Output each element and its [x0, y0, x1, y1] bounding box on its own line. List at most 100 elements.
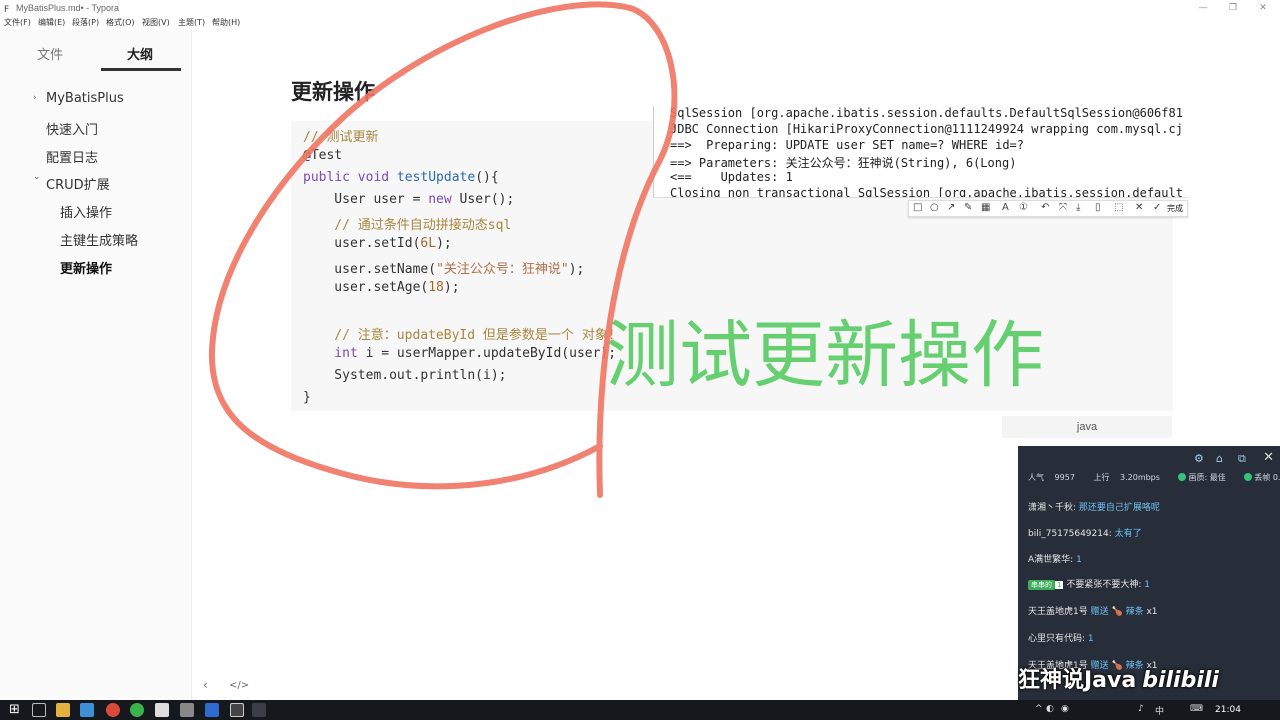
pin-icon[interactable]: ⤧: [1059, 202, 1067, 213]
close-icon[interactable]: ✕: [1263, 450, 1274, 465]
popout-icon[interactable]: ⧉: [1238, 452, 1246, 466]
popularity-value: 9957: [1054, 473, 1075, 482]
code-text: (){: [475, 170, 499, 185]
tray-app-icon[interactable]: ◉: [1061, 704, 1069, 714]
outline-item-mybatisplus[interactable]: MyBatisPlus: [46, 91, 124, 106]
console-line: Closing non transactional SqlSession [or…: [670, 186, 1183, 198]
menu-view[interactable]: 视图(V): [142, 17, 170, 28]
tab-outline[interactable]: 大纲: [127, 44, 153, 63]
menu-edit[interactable]: 编辑(E): [38, 17, 65, 28]
done-button[interactable]: 完成: [1167, 203, 1183, 214]
outline-item-config-log[interactable]: 配置日志: [46, 147, 98, 166]
active-tab-indicator: [101, 68, 181, 71]
text-icon[interactable]: A: [1002, 202, 1009, 213]
mosaic-icon[interactable]: ▦: [981, 202, 990, 213]
chat-gift-message: 天王盖地虎1号 赠送 🍗 辣条 x1: [1028, 604, 1158, 617]
terminal-icon[interactable]: [230, 703, 244, 717]
settings-icon[interactable]: ⚙: [1194, 452, 1204, 465]
restore-button[interactable]: ❐: [1220, 0, 1246, 16]
long-screenshot-icon[interactable]: ⬚: [1114, 202, 1123, 213]
code-keyword: new: [428, 192, 452, 207]
save-icon[interactable]: ▯: [1095, 202, 1101, 213]
back-icon[interactable]: ‹: [203, 678, 208, 692]
code-line-4: User user = new User();: [303, 192, 514, 207]
chat-message: A满世繁华: 1: [1028, 552, 1082, 565]
wechat-icon[interactable]: [130, 703, 144, 717]
video-caption-text: 测试更新操作: [606, 313, 1044, 398]
code-line-6: user.setId(6L);: [303, 236, 452, 251]
code-line-8: user.setAge(18);: [303, 280, 459, 295]
taskbar-clock[interactable]: 21:04: [1215, 705, 1241, 715]
arrow-icon[interactable]: ↗: [947, 202, 955, 213]
menu-format[interactable]: 格式(O): [106, 17, 135, 28]
collapse-arrow-icon[interactable]: ›: [33, 93, 37, 103]
tray-app-icon[interactable]: ◐: [1046, 704, 1054, 714]
close-button[interactable]: ✕: [1250, 0, 1276, 16]
typora-window: F MyBatisPlus.md• - Typora — ❐ ✕ 文件(F) 编…: [0, 0, 1280, 720]
lock-icon[interactable]: ⌂: [1216, 452, 1223, 465]
title-bar: F MyBatisPlus.md• - Typora — ❐ ✕: [0, 0, 1280, 16]
volume-icon[interactable]: ♪: [1138, 704, 1144, 714]
ellipse-icon[interactable]: ○: [930, 202, 939, 213]
source-mode-icon[interactable]: </>: [229, 680, 249, 691]
code-text: );: [436, 236, 452, 251]
download-icon[interactable]: ⤓: [1076, 202, 1080, 213]
section-heading: 更新操作: [291, 80, 375, 104]
minimize-button[interactable]: —: [1190, 0, 1216, 16]
task-view-icon[interactable]: [32, 703, 46, 717]
code-line-5: // 通过条件自动拼接动态sql: [303, 218, 512, 233]
drop-frame-label: 丢帧 0.0%: [1254, 473, 1280, 482]
outline-item-id-strategy[interactable]: 主键生成策略: [60, 230, 138, 249]
chat-text: 1: [1087, 634, 1094, 644]
confirm-icon[interactable]: ✓: [1153, 202, 1161, 213]
menu-paragraph[interactable]: 段落(P): [72, 17, 99, 28]
chat-message: bili_75175649214: 太有了: [1028, 526, 1142, 539]
code-line-10: int i = userMapper.updateById(user);: [303, 346, 616, 361]
pen-icon[interactable]: ✎: [964, 202, 972, 213]
chat-text: 赠送: [1090, 607, 1109, 617]
quality-label: 画质: 最佳: [1188, 473, 1226, 482]
chat-text: 太有了: [1114, 529, 1142, 539]
app-icon[interactable]: [80, 703, 94, 717]
tray-expand-icon[interactable]: ^: [1035, 704, 1043, 714]
code-number: 6L: [420, 236, 437, 251]
typora-taskbar-icon[interactable]: [252, 703, 266, 717]
code-language-label[interactable]: java: [1002, 416, 1172, 438]
popularity-label: 人气: [1028, 473, 1044, 482]
expand-arrow-icon[interactable]: ⌄: [33, 172, 41, 182]
notes-icon[interactable]: [155, 703, 169, 717]
outline-item-quickstart[interactable]: 快速入门: [46, 119, 98, 138]
browser-icon[interactable]: [106, 703, 120, 717]
editor-icon[interactable]: [180, 703, 194, 717]
code-line-12: }: [303, 390, 311, 405]
console-line: SqlSession [org.apache.ibatis.session.de…: [670, 106, 1183, 120]
menu-help[interactable]: 帮助(H): [212, 17, 240, 28]
chat-user: 不要紧张不要大神:: [1066, 580, 1142, 590]
keyboard-icon[interactable]: ⌨: [1190, 704, 1203, 714]
console-line: ==> Parameters: 关注公众号：狂神说(String), 6(Lon…: [670, 156, 1017, 170]
ime-icon[interactable]: 中: [1155, 704, 1164, 717]
code-keyword: int: [303, 346, 358, 361]
outline-item-update[interactable]: 更新操作: [60, 258, 112, 277]
rectangle-icon[interactable]: □: [913, 202, 922, 213]
undo-icon[interactable]: ↶: [1041, 202, 1049, 213]
taskbar: ⊞ ^ ◐ ◉ ♪ 中 ⌨ 21:04: [0, 700, 1280, 720]
gift-name: 辣条: [1125, 607, 1144, 617]
file-explorer-icon[interactable]: [56, 703, 70, 717]
tab-files[interactable]: 文件: [37, 44, 63, 63]
console-line: <== Updates: 1: [670, 170, 793, 184]
code-number: 18: [428, 280, 444, 295]
outline-item-crud[interactable]: CRUD扩展: [46, 174, 110, 193]
windows-icon[interactable]: ⊞: [9, 703, 20, 717]
stream-brand-watermark: 狂神说Java bilibili: [1018, 662, 1219, 694]
number-marker-icon[interactable]: ①: [1019, 202, 1028, 213]
menu-theme[interactable]: 主题(T): [178, 17, 205, 28]
cancel-icon[interactable]: ✕: [1135, 202, 1143, 213]
code-line-1: // 测试更新: [303, 130, 379, 145]
idea-icon[interactable]: [205, 703, 219, 717]
outline-item-insert[interactable]: 插入操作: [60, 202, 112, 221]
menu-file[interactable]: 文件(F): [4, 17, 31, 28]
code-text: user.setId(: [303, 236, 421, 251]
code-text: User user =: [303, 192, 429, 207]
screenshot-toolbar: □ ○ ↗ ✎ ▦ A ① ↶ ⤧ ⤓ ▯ ⬚ ✕ ✓ 完成: [908, 200, 1188, 217]
